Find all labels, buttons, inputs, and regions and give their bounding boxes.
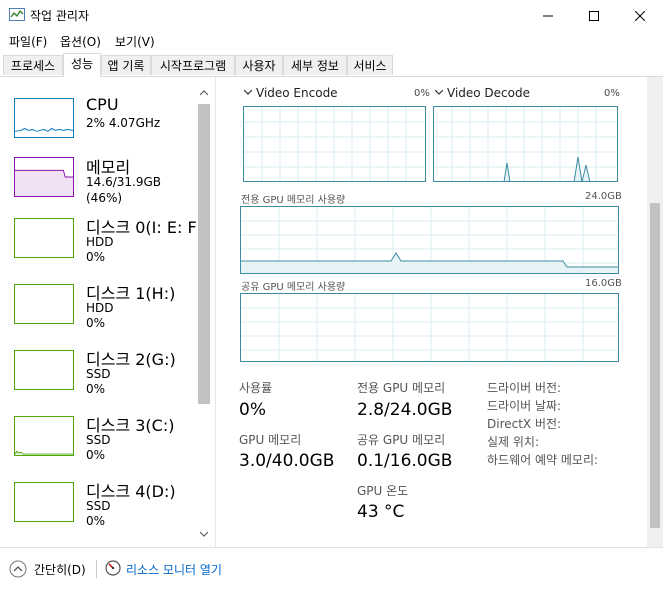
hardware-reserved-memory-label: 하드웨어 예약 메모리: (487, 453, 599, 467)
tab-details[interactable]: 세부 정보 (283, 55, 347, 75)
tab-startup[interactable]: 시작프로그램 (151, 55, 235, 75)
tab-performance[interactable]: 성능 (63, 53, 101, 77)
menu-file[interactable]: 파일(F) (9, 33, 47, 50)
sidebar-item-type: SSD (86, 499, 111, 513)
sidebar-item-cpu[interactable]: CPU 2% 4.07GHz (0, 92, 196, 144)
resource-list: CPU 2% 4.07GHz 메모리 14.6/31.9GB (46%) 디스크… (0, 77, 214, 547)
dedicated-memory-label: 전용 GPU 메모리 (357, 381, 446, 395)
decode-graph-title[interactable]: Video Decode (447, 86, 530, 100)
dedicated-memory-graph (240, 206, 619, 274)
scroll-up-icon[interactable] (200, 90, 208, 96)
sidebar-item-type: SSD (86, 433, 111, 447)
main-scroll-thumb[interactable] (650, 203, 660, 528)
disk-0-mini-graph (14, 218, 74, 258)
sidebar-item-memory[interactable]: 메모리 14.6/31.9GB (46%) (0, 152, 196, 205)
maximize-icon (589, 10, 599, 21)
dedicated-memory-value: 2.8/24.0GB (357, 400, 453, 420)
task-manager-icon (9, 8, 25, 21)
shared-memory-label: 공유 GPU 메모리 (357, 433, 446, 447)
dedicated-memory-graph-max: 24.0GB (585, 191, 622, 202)
shared-memory-graph (240, 293, 619, 362)
sidebar-item-disk-4[interactable]: 디스크 4(D:) SSD 0% (0, 476, 196, 536)
decode-percent: 0% (604, 88, 620, 99)
tab-processes[interactable]: 프로세스 (3, 55, 63, 75)
pane-divider[interactable] (215, 77, 216, 547)
chevron-up-circle-icon[interactable] (9, 560, 27, 578)
scroll-down-icon[interactable] (200, 531, 208, 537)
sidebar-scrollbar[interactable] (196, 86, 212, 542)
encode-collapse-icon[interactable] (244, 89, 252, 95)
gpu-temperature-value: 43 °C (357, 502, 405, 522)
fewer-details-link[interactable]: 간단히(D) (34, 561, 86, 578)
gpu-temperature-label: GPU 온도 (357, 484, 409, 498)
close-button[interactable] (617, 0, 663, 31)
sidebar-item-usage: 0% (86, 316, 106, 330)
physical-location-label: 실제 위치: (487, 435, 540, 449)
tab-app-history[interactable]: 앱 기록 (101, 55, 151, 75)
close-icon (635, 10, 645, 21)
sidebar-item-disk-2[interactable]: 디스크 2(G:) SSD 0% (0, 344, 196, 404)
menu-bar: 파일(F) 옵션(O) 보기(V) (0, 31, 663, 51)
maximize-button[interactable] (571, 0, 617, 31)
sidebar-item-type: HDD (86, 301, 114, 315)
sidebar-item-detail: 14.6/31.9GB (46%) (86, 175, 162, 205)
disk-3-mini-graph (14, 416, 74, 456)
sidebar-item-usage: 0% (86, 514, 106, 528)
driver-date-label: 드라이버 날짜: (487, 399, 562, 413)
tab-users[interactable]: 사용자 (235, 55, 283, 75)
decode-collapse-icon[interactable] (435, 89, 443, 95)
open-resource-monitor-link[interactable]: 리소스 모니터 열기 (126, 561, 222, 578)
directx-version-label: DirectX 버전: (487, 417, 562, 431)
video-encode-graph (243, 106, 426, 182)
sidebar-item-disk-3[interactable]: 디스크 3(C:) SSD 0% (0, 410, 196, 470)
memory-mini-graph (14, 157, 74, 197)
sidebar-item-usage: 0% (86, 250, 106, 264)
minimize-icon (543, 15, 553, 16)
sidebar-item-disk-1[interactable]: 디스크 1(H:) HDD 0% (0, 278, 196, 338)
title-bar[interactable]: 작업 관리자 (0, 0, 663, 31)
footer-bar: 간단히(D) 리소스 모니터 열기 (0, 547, 663, 594)
sidebar-scroll-thumb[interactable] (198, 104, 210, 404)
cpu-mini-graph (14, 98, 74, 138)
shared-memory-graph-max: 16.0GB (585, 278, 622, 289)
disk-2-mini-graph (14, 350, 74, 390)
resource-monitor-icon (105, 560, 121, 576)
menu-view[interactable]: 보기(V) (115, 33, 155, 50)
gpu-memory-label: GPU 메모리 (239, 433, 302, 447)
tab-services[interactable]: 서비스 (347, 55, 393, 75)
usage-value: 0% (239, 400, 266, 420)
dedicated-memory-graph-label: 전용 GPU 메모리 사용량 (241, 195, 346, 206)
sidebar-item-detail: 2% 4.07GHz (86, 116, 161, 130)
shared-memory-graph-label: 공유 GPU 메모리 사용량 (241, 282, 346, 293)
main-scrollbar[interactable] (647, 77, 663, 547)
sidebar-item-usage: 0% (86, 448, 106, 462)
shared-memory-value: 0.1/16.0GB (357, 451, 453, 471)
tab-bar: 프로세스 성능 앱 기록 시작프로그램 사용자 세부 정보 서비스 (0, 52, 663, 77)
window-title: 작업 관리자 (30, 9, 90, 23)
encode-percent: 0% (414, 88, 430, 99)
sidebar-item-usage: 0% (86, 382, 106, 396)
video-decode-graph (433, 106, 618, 182)
usage-label: 사용률 (239, 381, 273, 395)
encode-graph-title[interactable]: Video Encode (256, 86, 338, 100)
disk-4-mini-graph (14, 482, 74, 522)
gpu-memory-value: 3.0/40.0GB (239, 451, 335, 471)
sidebar-item-title: CPU (86, 95, 119, 114)
sidebar-item-disk-0[interactable]: 디스크 0(I: E: F: HDD 0% (0, 212, 196, 272)
sidebar-item-type: SSD (86, 367, 111, 381)
sidebar-item-type: HDD (86, 235, 114, 249)
minimize-button[interactable] (525, 0, 571, 31)
menu-options[interactable]: 옵션(O) (60, 33, 101, 50)
footer-divider (96, 560, 97, 578)
disk-1-mini-graph (14, 284, 74, 324)
driver-version-label: 드라이버 버전: (487, 381, 562, 395)
